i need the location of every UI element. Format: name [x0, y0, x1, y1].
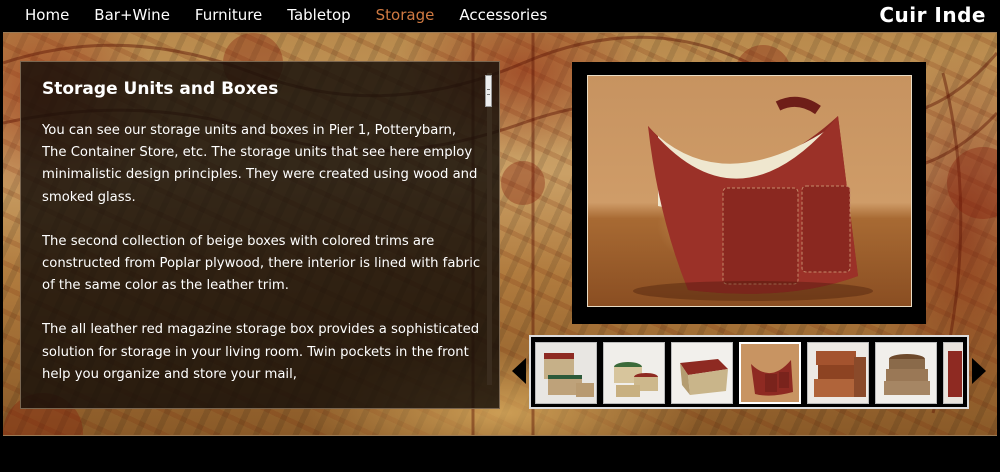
thumbnail-hat-boxes[interactable] — [875, 342, 937, 404]
scrollbar-thumb[interactable] — [485, 75, 492, 107]
top-bar: Home Bar+Wine Furniture Tabletop Storage… — [0, 0, 1000, 30]
paragraph: The all leather red magazine storage box… — [42, 322, 480, 382]
section-title: Storage Units and Boxes — [42, 79, 279, 99]
description-text[interactable]: You can see our storage units and boxes … — [42, 120, 482, 388]
thumbnail-leather-chests[interactable] — [807, 342, 869, 404]
footer-bar — [0, 437, 1000, 472]
nav-bar-wine[interactable]: Bar+Wine — [94, 1, 170, 29]
thumbnail-beige-tray[interactable] — [671, 342, 733, 404]
red-leather-magazine-box-illustration — [633, 96, 873, 301]
prev-arrow-icon[interactable] — [512, 358, 526, 384]
nav-home[interactable]: Home — [25, 1, 69, 29]
thumbnail-beige-boxes[interactable] — [535, 342, 597, 404]
paragraph: You can see our storage units and boxes … — [42, 123, 478, 205]
next-arrow-icon[interactable] — [972, 358, 986, 384]
brand-logo[interactable]: Cuir Inde — [879, 3, 986, 27]
thumbnail-list — [535, 342, 963, 404]
thumbnail-red-magazine-box[interactable] — [739, 342, 801, 404]
nav-tabletop[interactable]: Tabletop — [287, 1, 350, 29]
thumbnail-strip — [529, 335, 969, 409]
main-nav: Home Bar+Wine Furniture Tabletop Storage… — [0, 0, 547, 30]
nav-furniture[interactable]: Furniture — [195, 1, 262, 29]
nav-storage[interactable]: Storage — [376, 1, 435, 29]
main-product-image — [587, 75, 912, 307]
thumbnail-round-boxes[interactable] — [603, 342, 665, 404]
nav-accessories[interactable]: Accessories — [459, 1, 547, 29]
thumbnail-partial[interactable] — [943, 342, 963, 404]
scrollbar-track[interactable] — [487, 73, 492, 385]
description-panel: Storage Units and Boxes You can see our … — [20, 61, 500, 409]
paragraph: The second collection of beige boxes wit… — [42, 233, 481, 294]
main-image-frame — [572, 62, 926, 324]
